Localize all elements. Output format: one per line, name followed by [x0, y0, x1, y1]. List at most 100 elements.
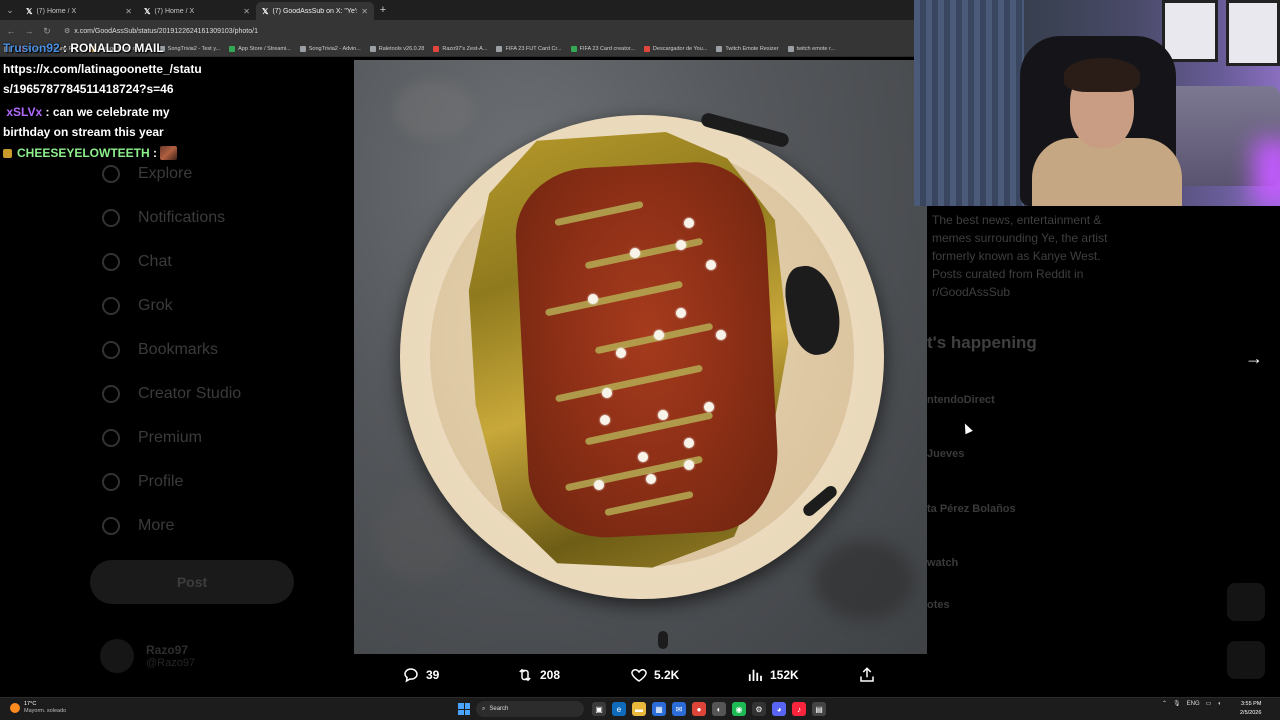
repost-count: 208 — [540, 668, 561, 682]
sidebar-item-explore[interactable]: Explore — [102, 165, 192, 183]
bookmark-label: SongTrivia2 - Advin... — [308, 46, 361, 52]
search-icon — [102, 165, 120, 183]
bookmark-favicon-icon — [496, 46, 503, 52]
edge-icon[interactable]: e — [612, 702, 626, 716]
bookmark-item[interactable]: twitch emote r... — [787, 46, 835, 52]
browser-tab-1[interactable]: 𝕏 (7) Home / X ✕ — [20, 2, 138, 20]
bookmark-item[interactable]: App Store / Streami... — [229, 46, 291, 52]
profile-bio-line: Posts curated from Reddit in — [932, 267, 1084, 281]
new-tab-button[interactable]: + — [374, 4, 392, 16]
site-info-icon[interactable]: ⚙ — [64, 28, 70, 35]
bookmark-item[interactable]: Razo97's Zest-A... — [433, 46, 487, 52]
forward-icon[interactable]: → — [24, 26, 34, 36]
trend-item[interactable]: otes — [927, 599, 950, 611]
volume-icon[interactable]: ◖ — [1217, 701, 1221, 707]
reload-icon[interactable]: ↻ — [42, 26, 52, 37]
sidebar-item-creator-studio[interactable]: Creator Studio — [102, 385, 241, 403]
post-button[interactable]: Post — [90, 560, 294, 604]
views-button[interactable]: 152K — [746, 666, 799, 684]
flower-garnish — [704, 402, 714, 412]
browser-tab-3[interactable]: 𝕏 (7) GoodAssSub on X: "Ye's mo ✕ — [256, 2, 374, 20]
plate-glaze — [699, 111, 791, 149]
flower-garnish — [676, 308, 686, 318]
trend-item[interactable]: ntendoDirect — [927, 394, 995, 406]
repost-button[interactable]: 208 — [516, 666, 560, 684]
close-icon[interactable]: ✕ — [361, 7, 368, 16]
chat-text: birthday on stream this year — [3, 125, 164, 139]
chrome-icon[interactable]: ● — [692, 702, 706, 716]
account-switcher[interactable]: Razo97 @Razo97 — [100, 639, 195, 673]
tweet-photo[interactable] — [354, 60, 927, 654]
flower-garnish — [630, 248, 640, 258]
sidebar-item-bookmarks[interactable]: Bookmarks — [102, 341, 218, 359]
messages-float-icon[interactable] — [1227, 641, 1265, 679]
discord-icon[interactable]: ◕ — [772, 702, 786, 716]
app-icon[interactable]: ▤ — [812, 702, 826, 716]
bookmark-item[interactable]: Descargador de You... — [643, 46, 708, 52]
sidebar-item-label: Notifications — [138, 209, 226, 226]
language-indicator[interactable]: ENG — [1187, 701, 1200, 707]
sidebar-item-grok[interactable]: Grok — [102, 297, 173, 315]
profile-bio-line: formerly known as Kanye West. — [932, 249, 1101, 263]
chat-text: s/1965787784511418724?s=46 — [3, 82, 174, 96]
flower-garnish — [658, 410, 668, 420]
trend-item[interactable]: ta Pérez Bolaños — [927, 503, 1016, 515]
chat-message: Trusion92 : RONALDO MAIL — [3, 38, 213, 59]
store-icon[interactable]: ▦ — [652, 702, 666, 716]
app-icon[interactable]: ◐ — [712, 702, 726, 716]
steam-icon[interactable]: ⚙ — [752, 702, 766, 716]
like-button[interactable]: 5.2K — [630, 666, 679, 684]
back-icon[interactable]: ← — [6, 26, 16, 36]
sidebar-item-premium[interactable]: Premium — [102, 429, 202, 447]
sidebar-item-more[interactable]: More — [102, 517, 174, 535]
bookmark-label: Descargador de You... — [652, 46, 708, 52]
taskbar-apps: ▣ e ▬ ▦ ✉ ● ◐ ◉ ⚙ ◕ ♪ ▤ — [592, 702, 826, 716]
sidebar-item-notifications[interactable]: Notifications — [102, 209, 225, 227]
network-icon[interactable]: ▭ — [1206, 700, 1212, 707]
task-view-icon[interactable]: ▣ — [592, 702, 606, 716]
profile-bio-line: memes surrounding Ye, the artist — [932, 231, 1108, 245]
url-field[interactable]: ⚙ x.com/GoodAssSub/status/201912262416130… — [64, 27, 258, 35]
sidebar-item-profile[interactable]: Profile — [102, 473, 183, 491]
bookmark-label: Raletools v26.0.28 — [378, 46, 425, 52]
share-button[interactable] — [858, 666, 876, 684]
chat-text: : can we celebrate my — [45, 104, 170, 119]
tab-title: (7) Home / X — [154, 7, 195, 15]
bookmark-label: FIFA 23 Card creator... — [579, 46, 635, 52]
chat-username: xSLVx — [6, 104, 43, 119]
sidebar-item-label: More — [138, 517, 175, 534]
bookmark-item[interactable]: SongTrivia2 - Advin... — [299, 46, 361, 52]
tweet-action-bar: 39 208 5.2K 152K — [354, 660, 927, 690]
close-icon[interactable]: ✕ — [125, 7, 132, 16]
tab-search-icon[interactable]: ⌄ — [0, 0, 20, 20]
start-button[interactable] — [458, 703, 470, 715]
bookmark-item[interactable]: FIFA 23 FUT Card Cr... — [496, 46, 562, 52]
mail-icon[interactable]: ✉ — [672, 702, 686, 716]
taskbar-clock[interactable]: 3:55 PM 2/5/2026 — [1240, 700, 1261, 718]
trend-item[interactable]: watch — [927, 557, 958, 569]
taskbar-search[interactable]: ⌕ Search — [476, 701, 584, 717]
music-icon[interactable]: ♪ — [792, 702, 806, 716]
file-explorer-icon[interactable]: ▬ — [632, 702, 646, 716]
bookmark-item[interactable]: Raletools v26.0.28 — [369, 46, 425, 52]
sidebar-item-chat[interactable]: Chat — [102, 253, 172, 271]
x-logo-icon: 𝕏 — [262, 6, 269, 16]
trend-item[interactable]: Jueves — [927, 448, 964, 460]
close-icon[interactable]: ✕ — [243, 7, 250, 16]
flower-garnish — [684, 460, 694, 470]
bookmark-label: App Store / Streami... — [238, 46, 291, 52]
microphone-icon[interactable]: 🎙 — [1173, 700, 1181, 707]
grok-float-icon[interactable] — [1227, 583, 1265, 621]
sidebar-item-label: Grok — [138, 297, 173, 314]
subscriber-badge-icon — [3, 148, 12, 158]
spotify-icon[interactable]: ◉ — [732, 702, 746, 716]
bookmark-item[interactable]: FIFA 23 Card creator... — [570, 46, 635, 52]
flower-garnish — [602, 388, 612, 398]
chevron-up-icon[interactable]: ⌃ — [1162, 700, 1167, 707]
chat-text: : — [153, 145, 158, 160]
weather-widget[interactable]: 17°C Mayorm. soleado — [10, 701, 66, 715]
bookmark-item[interactable]: Twitch Emote Resizer — [716, 46, 779, 52]
bookmark-favicon-icon — [433, 46, 440, 52]
browser-tab-2[interactable]: 𝕏 (7) Home / X ✕ — [138, 2, 256, 20]
reply-button[interactable]: 39 — [402, 666, 439, 684]
